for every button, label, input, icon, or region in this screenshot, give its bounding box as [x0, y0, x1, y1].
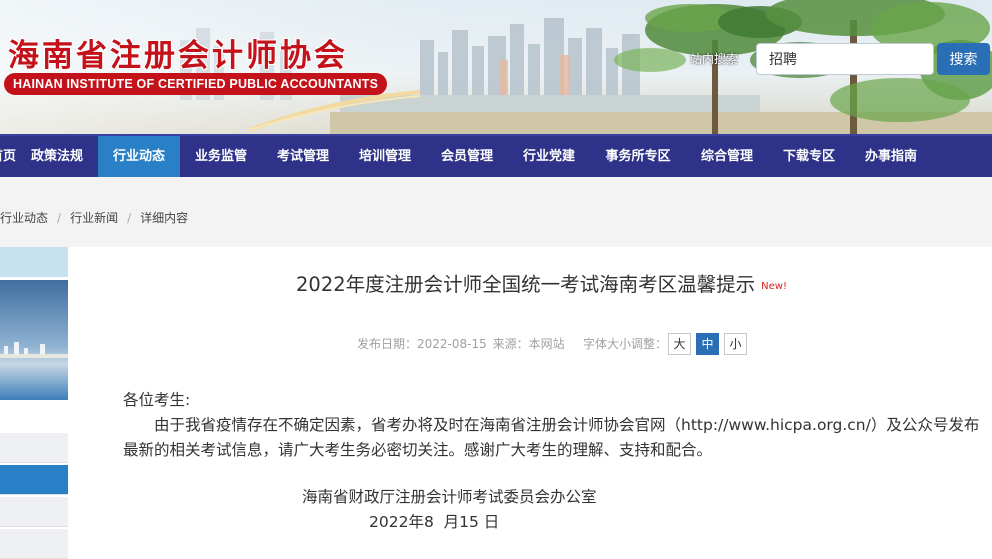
logo-chinese-title: 海南省注册会计师协会: [8, 38, 348, 74]
font-size-label: 字体大小调整：: [583, 337, 668, 351]
breadcrumb-separator: /: [127, 211, 132, 225]
signature-organization: 海南省财政厅注册会计师考试委员会办公室: [302, 488, 597, 506]
nav-item-firms[interactable]: 事务所专区: [590, 136, 686, 177]
nav-item-party[interactable]: 行业党建: [508, 136, 590, 177]
breadcrumb-item-industry[interactable]: 行业动态: [0, 211, 48, 225]
search-input[interactable]: [756, 43, 934, 75]
sidebar-menu-item-active[interactable]: [0, 465, 68, 495]
nav-item-guide[interactable]: 办事指南: [850, 136, 932, 177]
nav-item-members[interactable]: 会员管理: [426, 136, 508, 177]
article-meta: 发布日期：2022-08-15 来源：本网站: [357, 335, 567, 352]
breadcrumb: 行业动态 / 行业新闻 / 详细内容: [0, 209, 188, 226]
breadcrumb-bar: 行业动态 / 行业新闻 / 详细内容: [0, 177, 992, 247]
nav-item-industry-news[interactable]: 行业动态: [98, 136, 180, 177]
nav-item-home[interactable]: 首页: [0, 136, 16, 177]
sidebar-menu-item[interactable]: [0, 529, 68, 559]
search-button[interactable]: 搜索: [937, 43, 990, 75]
nav-item-exam[interactable]: 考试管理: [262, 136, 344, 177]
publish-date: 发布日期：2022-08-15: [357, 337, 487, 351]
article-title: 2022年度注册会计师全国统一考试海南考区温馨提示 New!: [296, 273, 787, 296]
breadcrumb-separator: /: [57, 211, 62, 225]
site-search-link[interactable]: 站内搜索: [690, 50, 738, 67]
article-greeting: 各位考生:: [123, 391, 191, 409]
new-badge: New!: [761, 281, 787, 292]
nav-item-supervision[interactable]: 业务监管: [180, 136, 262, 177]
sidebar-menu-item[interactable]: [0, 497, 68, 527]
sidebar-image[interactable]: [0, 280, 68, 400]
article-source: 来源：本网站: [492, 337, 565, 351]
font-size-large-button[interactable]: 大: [668, 333, 691, 355]
nav-item-policy[interactable]: 政策法规: [16, 136, 98, 177]
nav-item-downloads[interactable]: 下载专区: [768, 136, 850, 177]
sidebar-menu-item[interactable]: [0, 433, 68, 463]
article-paragraph: 由于我省疫情存在不确定因素，省考办将及时在海南省注册会计师协会官网（http:/…: [123, 416, 980, 459]
font-size-medium-button[interactable]: 中: [696, 333, 719, 355]
breadcrumb-item-detail: 详细内容: [140, 211, 189, 225]
main-nav: 首页 政策法规 行业动态 业务监管 考试管理 培训管理 会员管理 行业党建 事务…: [0, 134, 992, 177]
logo-english-title: HAINAN INSTITUTE OF CERTIFIED PUBLIC ACC…: [4, 73, 388, 95]
font-size-small-button[interactable]: 小: [724, 333, 747, 355]
breadcrumb-item-news[interactable]: 行业新闻: [70, 211, 118, 225]
article-body: 各位考生: 由于我省疫情存在不确定因素，省考办将及时在海南省注册会计师协会官网（…: [123, 388, 987, 463]
nav-item-admin[interactable]: 综合管理: [686, 136, 768, 177]
signature-date: 2022年8 月15 日: [369, 513, 500, 531]
site-header: 海南省注册会计师协会 HAINAN INSTITUTE OF CERTIFIED…: [0, 0, 992, 134]
nav-item-training[interactable]: 培训管理: [344, 136, 426, 177]
